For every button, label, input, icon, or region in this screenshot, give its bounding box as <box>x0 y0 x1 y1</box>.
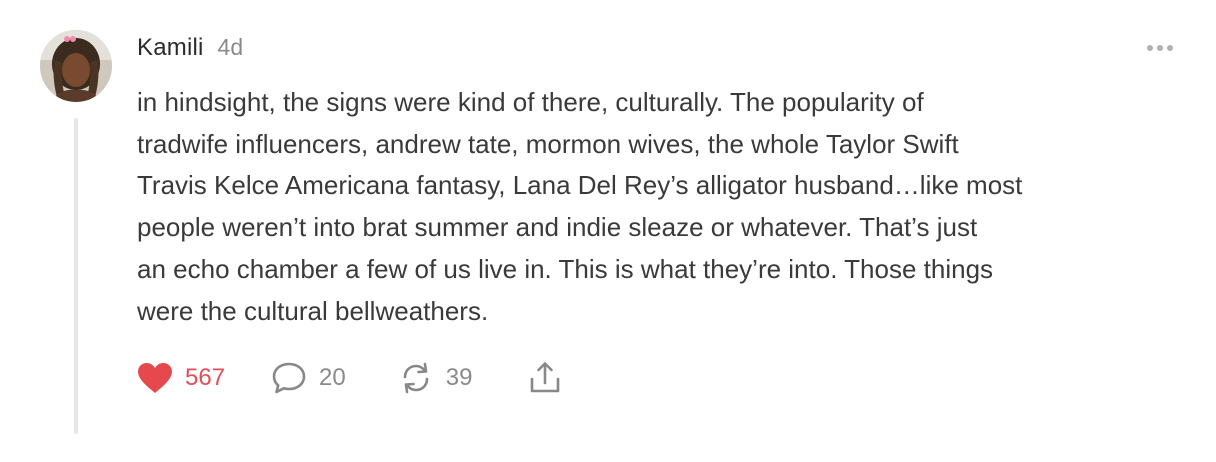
restack-icon <box>398 361 434 395</box>
restack-button[interactable]: 39 <box>398 361 473 395</box>
comment-button[interactable]: 20 <box>271 361 346 395</box>
comment-header: Kamili 4d <box>137 34 243 68</box>
heart-icon <box>137 362 173 394</box>
like-button[interactable]: 567 <box>137 362 225 394</box>
body-line: tradwife influencers, andrew tate, mormo… <box>137 128 959 159</box>
body-line: people weren’t into brat summer and indi… <box>137 212 978 243</box>
avatar[interactable] <box>40 30 112 102</box>
more-dots-icon <box>1146 44 1174 52</box>
more-options-button[interactable] <box>1142 36 1178 60</box>
timestamp[interactable]: 4d <box>218 34 244 61</box>
comment-bubble-icon <box>271 361 307 395</box>
body-line: in hindsight, the signs were kind of the… <box>137 87 924 117</box>
author-name[interactable]: Kamili <box>137 34 204 62</box>
body-line: an echo chamber a few of us live in. Thi… <box>137 253 994 284</box>
share-icon <box>528 361 562 395</box>
body-line: Travis Kelce Americana fantasy, Lana Del… <box>137 170 1023 201</box>
restack-count: 39 <box>445 364 473 391</box>
action-bar: 567 20 39 <box>137 358 562 398</box>
like-count: 567 <box>185 364 226 391</box>
comment-body: in hindsight, the signs were kind of the… <box>137 82 1187 332</box>
thread-line <box>74 118 78 434</box>
comment-post: Kamili 4d in hindsight, the signs were k… <box>0 0 1216 462</box>
comment-count: 20 <box>319 364 346 391</box>
share-button[interactable] <box>528 361 562 395</box>
body-line: were the cultural bellweathers. <box>137 295 489 326</box>
avatar-image <box>40 30 112 102</box>
